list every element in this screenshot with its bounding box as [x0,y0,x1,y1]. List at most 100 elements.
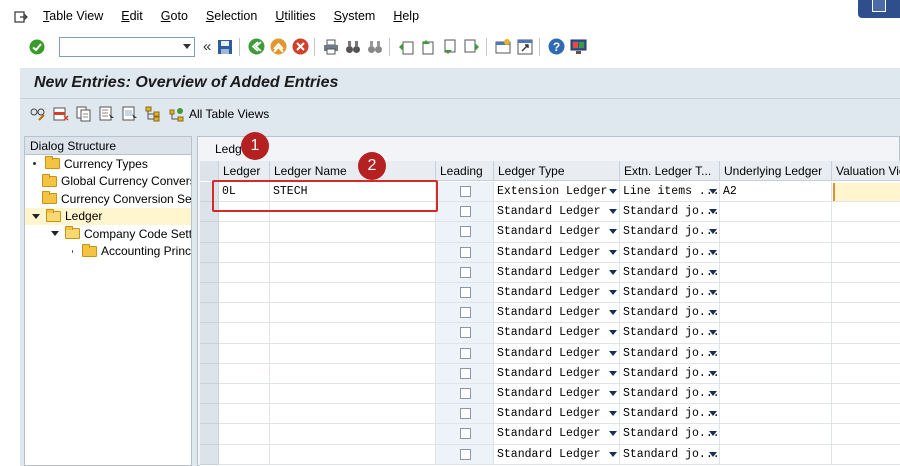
dropdown-arrow-icon[interactable] [609,391,617,396]
help-button[interactable]: ? [546,37,566,57]
dropdown-arrow-icon[interactable] [609,451,617,457]
cell-underlying-ledger[interactable] [720,242,832,263]
col-underlying-ledger[interactable]: Underlying Ledger [720,161,832,181]
leading-checkbox[interactable] [460,428,471,440]
dropdown-arrow-icon[interactable] [609,330,617,336]
cell-ledger[interactable] [219,363,270,384]
cell-leading[interactable] [436,384,494,405]
cell-ledger-type[interactable]: Standard Ledger [494,202,620,223]
cell-extn-ledger-type[interactable]: Standard jo... [620,242,720,263]
cell-ledger[interactable] [219,262,270,283]
next-page-button[interactable] [440,37,460,57]
cell-valuation-view[interactable] [832,384,900,405]
cell-underlying-ledger[interactable] [720,363,832,384]
dropdown-arrow-icon[interactable] [709,451,717,457]
cell-underlying-ledger[interactable] [720,424,832,445]
cell-ledger[interactable] [219,444,270,465]
dropdown-arrow-icon[interactable] [709,411,717,417]
all-table-views-button[interactable] [166,104,186,124]
cell-leading[interactable] [436,283,494,304]
cell-valuation-view[interactable] [832,263,900,283]
cell-valuation-view[interactable] [832,364,900,384]
row-selector[interactable] [200,242,219,263]
cell-valuation-view[interactable] [832,445,900,465]
cell-ledger-name[interactable] [270,242,436,263]
cell-ledger[interactable] [219,384,270,405]
cell-ledger[interactable] [219,283,270,304]
cell-ledger[interactable] [219,303,270,324]
tree-item-accounting-principles[interactable]: Accounting Princ [25,243,191,261]
dropdown-arrow-icon[interactable] [709,249,717,255]
cell-leading[interactable] [436,242,494,263]
tree-item-currency-conversion-settings[interactable]: Currency Conversion Set [25,190,191,208]
menu-system[interactable]: System [325,0,385,33]
prev-page-button[interactable] [418,37,438,57]
cell-extn-ledger-type[interactable]: Standard jo... [620,222,720,243]
cell-leading[interactable] [436,404,494,425]
enter-button[interactable] [27,37,47,57]
cell-ledger-type[interactable]: Standard Ledger [494,363,620,384]
cell-ledger-type[interactable]: Standard Ledger [494,343,620,364]
cell-leading[interactable] [436,222,494,243]
col-ledger[interactable]: Ledger [219,161,270,181]
row-selector[interactable] [200,323,219,344]
cell-ledger[interactable] [219,242,270,263]
cell-ledger-type[interactable]: Standard Ledger [494,222,620,243]
dropdown-arrow-icon[interactable] [709,431,717,437]
col-extn-ledger-type[interactable]: Extn. Ledger T... [620,161,720,181]
cell-ledger-type[interactable]: Standard Ledger [494,444,620,465]
dropdown-arrow-icon[interactable] [709,350,717,356]
leading-checkbox[interactable] [460,307,471,319]
col-valuation-view[interactable]: Valuation Vie [832,161,900,181]
cell-ledger-name[interactable] [270,343,436,364]
chevron-down-icon[interactable] [183,43,191,49]
cell-ledger-name[interactable] [270,404,436,425]
row-selector[interactable] [200,283,219,304]
cell-leading[interactable] [436,323,494,344]
cell-extn-ledger-type[interactable]: Standard jo... [620,323,720,344]
leading-checkbox[interactable] [460,388,471,399]
menu-goto[interactable]: Goto [152,0,197,33]
dropdown-arrow-icon[interactable] [609,431,617,437]
cell-underlying-ledger[interactable] [720,384,832,405]
menu-utilities[interactable]: Utilities [266,0,324,33]
cell-underlying-ledger[interactable] [720,404,832,425]
tree-item-company-code-settings[interactable]: Company Code Setti [25,225,191,243]
cell-ledger-type[interactable]: Standard Ledger [494,424,620,445]
command-input[interactable] [60,37,175,56]
cell-underlying-ledger[interactable] [720,303,832,324]
cell-ledger-type[interactable]: Standard Ledger [494,404,620,425]
cell-ledger-name[interactable] [270,262,436,283]
find-next-button[interactable] [365,37,385,57]
cell-ledger-type[interactable]: Standard Ledger [494,384,620,405]
cell-ledger[interactable] [219,222,270,243]
cell-valuation-view[interactable] [832,283,900,304]
tree-item-global-currency-conversion[interactable]: Global Currency Conversi [25,173,191,191]
row-selector[interactable] [200,262,219,283]
leading-checkbox[interactable] [460,448,471,460]
leading-checkbox[interactable] [460,246,471,258]
cell-ledger-type[interactable]: Standard Ledger [494,242,620,263]
header-selector[interactable] [200,161,219,181]
cell-leading[interactable] [436,363,494,384]
leading-checkbox[interactable] [460,287,471,298]
cell-leading[interactable] [436,303,494,324]
menu-exit-icon[interactable] [8,0,34,33]
cell-extn-ledger-type[interactable]: Standard jo... [620,444,720,465]
row-selector[interactable] [200,303,219,324]
leading-checkbox[interactable] [460,226,471,238]
cell-extn-ledger-type[interactable]: Standard jo... [620,262,720,283]
cell-ledger-name[interactable] [270,363,436,384]
cell-valuation-view[interactable] [832,243,900,263]
dropdown-arrow-icon[interactable] [609,229,617,235]
leading-checkbox[interactable] [460,327,471,339]
select-block-button[interactable] [120,104,140,124]
cell-underlying-ledger[interactable] [720,222,832,243]
cell-ledger-type[interactable]: Standard Ledger [494,323,620,344]
cell-underlying-ledger[interactable] [720,343,832,364]
row-selector[interactable] [200,222,219,243]
cell-leading[interactable] [436,444,494,465]
cell-leading[interactable] [436,202,494,223]
tree-item-currency-types[interactable]: Currency Types [25,155,191,173]
leading-checkbox[interactable] [460,347,471,359]
